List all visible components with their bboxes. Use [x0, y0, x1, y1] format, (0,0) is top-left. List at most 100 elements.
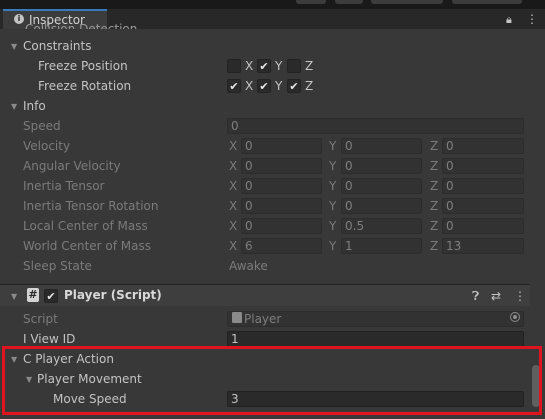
freeze-position-x-checkbox[interactable] — [227, 59, 241, 73]
velocity-label: Velocity — [23, 139, 71, 153]
move-speed-row: Move Speed 3 — [0, 389, 530, 409]
speed-row: Speed 0 — [0, 116, 530, 136]
inertia-tensor-rotation-row: Inertia Tensor Rotation X 0 Y 0 Z 0 — [0, 196, 530, 216]
axis-y-label: Y — [329, 159, 337, 173]
local-center-of-mass-y-field: 0.5 — [341, 218, 422, 234]
toolbar-dropdown[interactable] — [452, 0, 522, 4]
toolbar-dropdown[interactable] — [371, 0, 443, 4]
object-picker-icon[interactable] — [510, 312, 520, 322]
script-file-icon — [232, 312, 242, 323]
velocity-z-field: 0 — [442, 138, 524, 154]
angular-velocity-y-field: 0 — [341, 158, 422, 174]
player-script-enabled-checkbox[interactable]: ✔ — [44, 289, 58, 303]
world-center-of-mass-label: World Center of Mass — [23, 239, 151, 253]
player-script-title: Player (Script) — [64, 288, 162, 302]
velocity-y-field: 0 — [341, 138, 422, 154]
axis-x-label: X — [229, 199, 238, 213]
axis-x-label: X — [229, 219, 238, 233]
axis-y-label: Y — [275, 79, 283, 93]
script-hash-icon: # — [27, 288, 39, 302]
foldout-arrow-icon[interactable]: ▼ — [26, 375, 32, 384]
script-reference-field: Player — [227, 311, 524, 327]
axis-y-label: Y — [329, 219, 337, 233]
velocity-x-field: 0 — [241, 138, 322, 154]
axis-x-label: X — [229, 139, 238, 153]
info-icon: i — [14, 14, 24, 24]
world-center-of-mass-row: World Center of Mass X 6 Y 1 Z 13 — [0, 236, 530, 256]
inertia-tensor-rotation-z-field: 0 — [442, 198, 524, 214]
axis-y-label: Y — [329, 179, 337, 193]
constraints-label: Constraints — [23, 39, 92, 53]
inertia-tensor-rotation-y-field: 0 — [341, 198, 422, 214]
inertia-tensor-x-field: 0 — [241, 178, 322, 194]
player-action-foldout[interactable]: ▼ C Player Action — [0, 349, 530, 369]
freeze-position-y-checkbox[interactable]: ✔ — [257, 59, 271, 73]
freeze-position-z-checkbox[interactable] — [287, 59, 301, 73]
info-foldout[interactable]: ▼ Info — [0, 96, 530, 116]
world-center-of-mass-y-field: 1 — [341, 238, 422, 254]
foldout-arrow-icon[interactable]: ▼ — [11, 42, 17, 51]
constraints-foldout[interactable]: ▼ Constraints — [0, 36, 530, 56]
axis-x-label: X — [229, 239, 238, 253]
inertia-tensor-y-field: 0 — [341, 178, 422, 194]
foldout-arrow-icon[interactable]: ▼ — [11, 102, 17, 111]
freeze-rotation-y-checkbox[interactable]: ✔ — [257, 79, 271, 93]
axis-y-label: Y — [329, 239, 337, 253]
presets-icon[interactable]: ⇄ — [491, 289, 501, 303]
speed-label: Speed — [23, 119, 61, 133]
axis-z-label: Z — [430, 219, 439, 233]
axis-y-label: Y — [329, 139, 337, 153]
info-label: Info — [23, 99, 46, 113]
axis-z-label: Z — [430, 159, 439, 173]
axis-x-label: X — [229, 179, 238, 193]
freeze-rotation-z-checkbox[interactable]: ✔ — [287, 79, 301, 93]
player-action-label: C Player Action — [23, 352, 114, 366]
foldout-arrow-icon[interactable]: ▼ — [11, 355, 17, 364]
angular-velocity-z-field: 0 — [442, 158, 524, 174]
script-label: Script — [23, 312, 58, 326]
world-center-of-mass-z-field: 13 — [442, 238, 524, 254]
velocity-row: Velocity X 0 Y 0 Z 0 — [0, 136, 530, 156]
axis-x-label: X — [245, 79, 254, 93]
view-id-field[interactable]: 1 — [227, 331, 524, 347]
axis-z-label: Z — [430, 179, 439, 193]
kebab-menu-icon[interactable]: ⋮ — [526, 12, 538, 26]
toolbar-button[interactable] — [296, 0, 326, 4]
player-movement-foldout[interactable]: ▼ Player Movement — [0, 369, 530, 389]
inertia-tensor-label: Inertia Tensor — [23, 179, 105, 193]
axis-z-label: Z — [430, 139, 439, 153]
view-id-row: I View ID 1 — [0, 329, 530, 349]
axis-y-label: Y — [275, 59, 283, 73]
freeze-rotation-row: Freeze Rotation ✔ X ✔ Y ✔ Z — [0, 76, 530, 96]
axis-z-label: Z — [430, 199, 439, 213]
toolbar-button[interactable] — [335, 0, 363, 4]
collision-detection-label: Collision Detection — [25, 22, 138, 29]
axis-z-label: Z — [430, 239, 439, 253]
axis-x-label: X — [245, 59, 254, 73]
local-center-of-mass-z-field: 0 — [442, 218, 524, 234]
speed-field: 0 — [227, 118, 524, 134]
freeze-position-label: Freeze Position — [38, 59, 128, 73]
lock-icon[interactable]: 🔒︎ — [506, 13, 512, 27]
freeze-rotation-x-checkbox[interactable]: ✔ — [227, 79, 241, 93]
kebab-menu-icon[interactable]: ⋮ — [514, 289, 526, 303]
local-center-of-mass-row: Local Center of Mass X 0 Y 0.5 Z 0 — [0, 216, 530, 236]
inertia-tensor-row: Inertia Tensor X 0 Y 0 Z 0 — [0, 176, 530, 196]
script-row: Script Player — [0, 309, 530, 329]
help-icon[interactable]: ❓︎ — [472, 289, 479, 304]
inertia-tensor-z-field: 0 — [442, 178, 524, 194]
axis-z-label: Z — [305, 59, 314, 73]
foldout-arrow-icon[interactable]: ▼ — [11, 292, 17, 301]
sleep-state-value: Awake — [229, 259, 268, 273]
axis-x-label: X — [229, 159, 238, 173]
angular-velocity-label: Angular Velocity — [23, 159, 121, 173]
freeze-rotation-label: Freeze Rotation — [38, 79, 132, 93]
local-center-of-mass-label: Local Center of Mass — [23, 219, 148, 233]
scrollbar-thumb[interactable] — [532, 365, 540, 407]
world-center-of-mass-x-field: 6 — [241, 238, 322, 254]
move-speed-field[interactable]: 3 — [227, 391, 524, 407]
freeze-position-row: Freeze Position X ✔ Y Z — [0, 56, 530, 76]
local-center-of-mass-x-field: 0 — [241, 218, 322, 234]
move-speed-label: Move Speed — [53, 392, 127, 406]
sleep-state-label: Sleep State — [23, 259, 92, 273]
